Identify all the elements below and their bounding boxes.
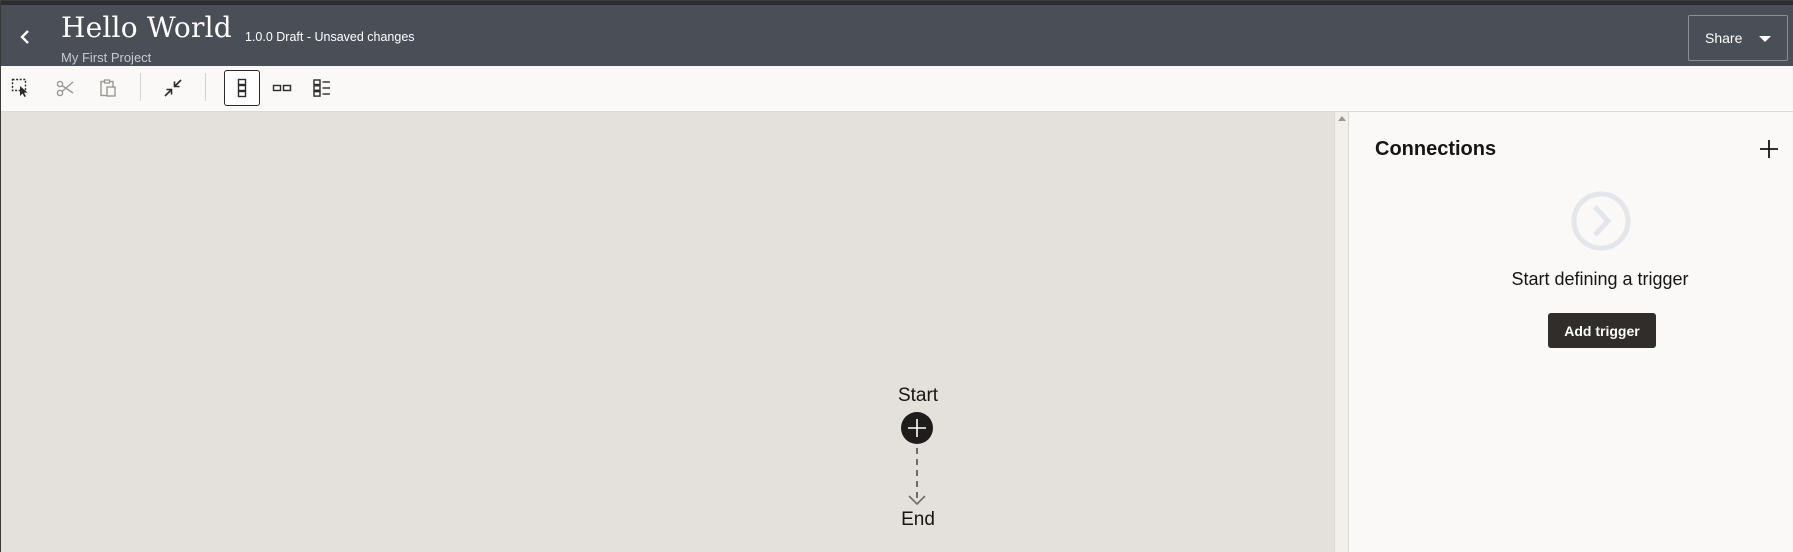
canvas-scrollbar[interactable] xyxy=(1334,112,1348,552)
chevron-circle-icon xyxy=(1571,191,1631,251)
scroll-up-icon[interactable] xyxy=(1338,116,1346,121)
scissors-icon xyxy=(56,80,74,97)
share-label: Share xyxy=(1705,30,1743,46)
connections-panel: Connections Start defining a trigger Add… xyxy=(1348,112,1793,552)
share-button[interactable]: Share xyxy=(1688,15,1788,61)
select-button[interactable] xyxy=(3,70,39,106)
horizontal-layout-button[interactable] xyxy=(264,70,300,106)
vertical-layout-icon xyxy=(237,78,247,98)
project-name: My First Project xyxy=(61,50,152,65)
marquee-select-icon xyxy=(11,78,28,97)
list-layout-button[interactable] xyxy=(304,70,340,106)
cut-button[interactable] xyxy=(47,70,83,106)
panel-title: Connections xyxy=(1375,138,1497,160)
flow-canvas[interactable]: Start End xyxy=(1,112,1334,552)
app-header: Hello World 1.0.0 Draft - Unsaved change… xyxy=(1,1,1793,66)
clipboard-icon xyxy=(100,79,116,97)
add-trigger-button[interactable]: Add trigger xyxy=(1548,313,1656,348)
toolbar-separator xyxy=(205,73,206,101)
vertical-layout-button[interactable] xyxy=(224,70,260,106)
collapse-arrows-icon xyxy=(164,79,182,97)
add-step-button[interactable] xyxy=(901,412,933,444)
horizontal-layout-icon xyxy=(272,84,292,92)
end-label: End xyxy=(901,509,935,530)
empty-state-message: Start defining a trigger xyxy=(1511,269,1689,289)
paste-button[interactable] xyxy=(90,70,126,106)
page-title: Hello World xyxy=(61,11,232,44)
collapse-button[interactable] xyxy=(155,70,191,106)
add-connection-button[interactable] xyxy=(1756,136,1782,162)
version-status: 1.0.0 Draft - Unsaved changes xyxy=(245,30,415,44)
list-layout-icon xyxy=(313,79,330,97)
plus-icon xyxy=(1760,140,1778,158)
toolbar xyxy=(1,66,1793,112)
chevron-left-icon xyxy=(20,30,29,44)
back-button[interactable] xyxy=(13,23,37,51)
plus-icon xyxy=(908,419,926,437)
caret-down-icon xyxy=(1759,36,1771,42)
toolbar-separator xyxy=(140,73,141,101)
arrow-down-icon xyxy=(908,495,926,505)
flow-connector xyxy=(916,448,918,498)
start-label: Start xyxy=(897,385,939,406)
